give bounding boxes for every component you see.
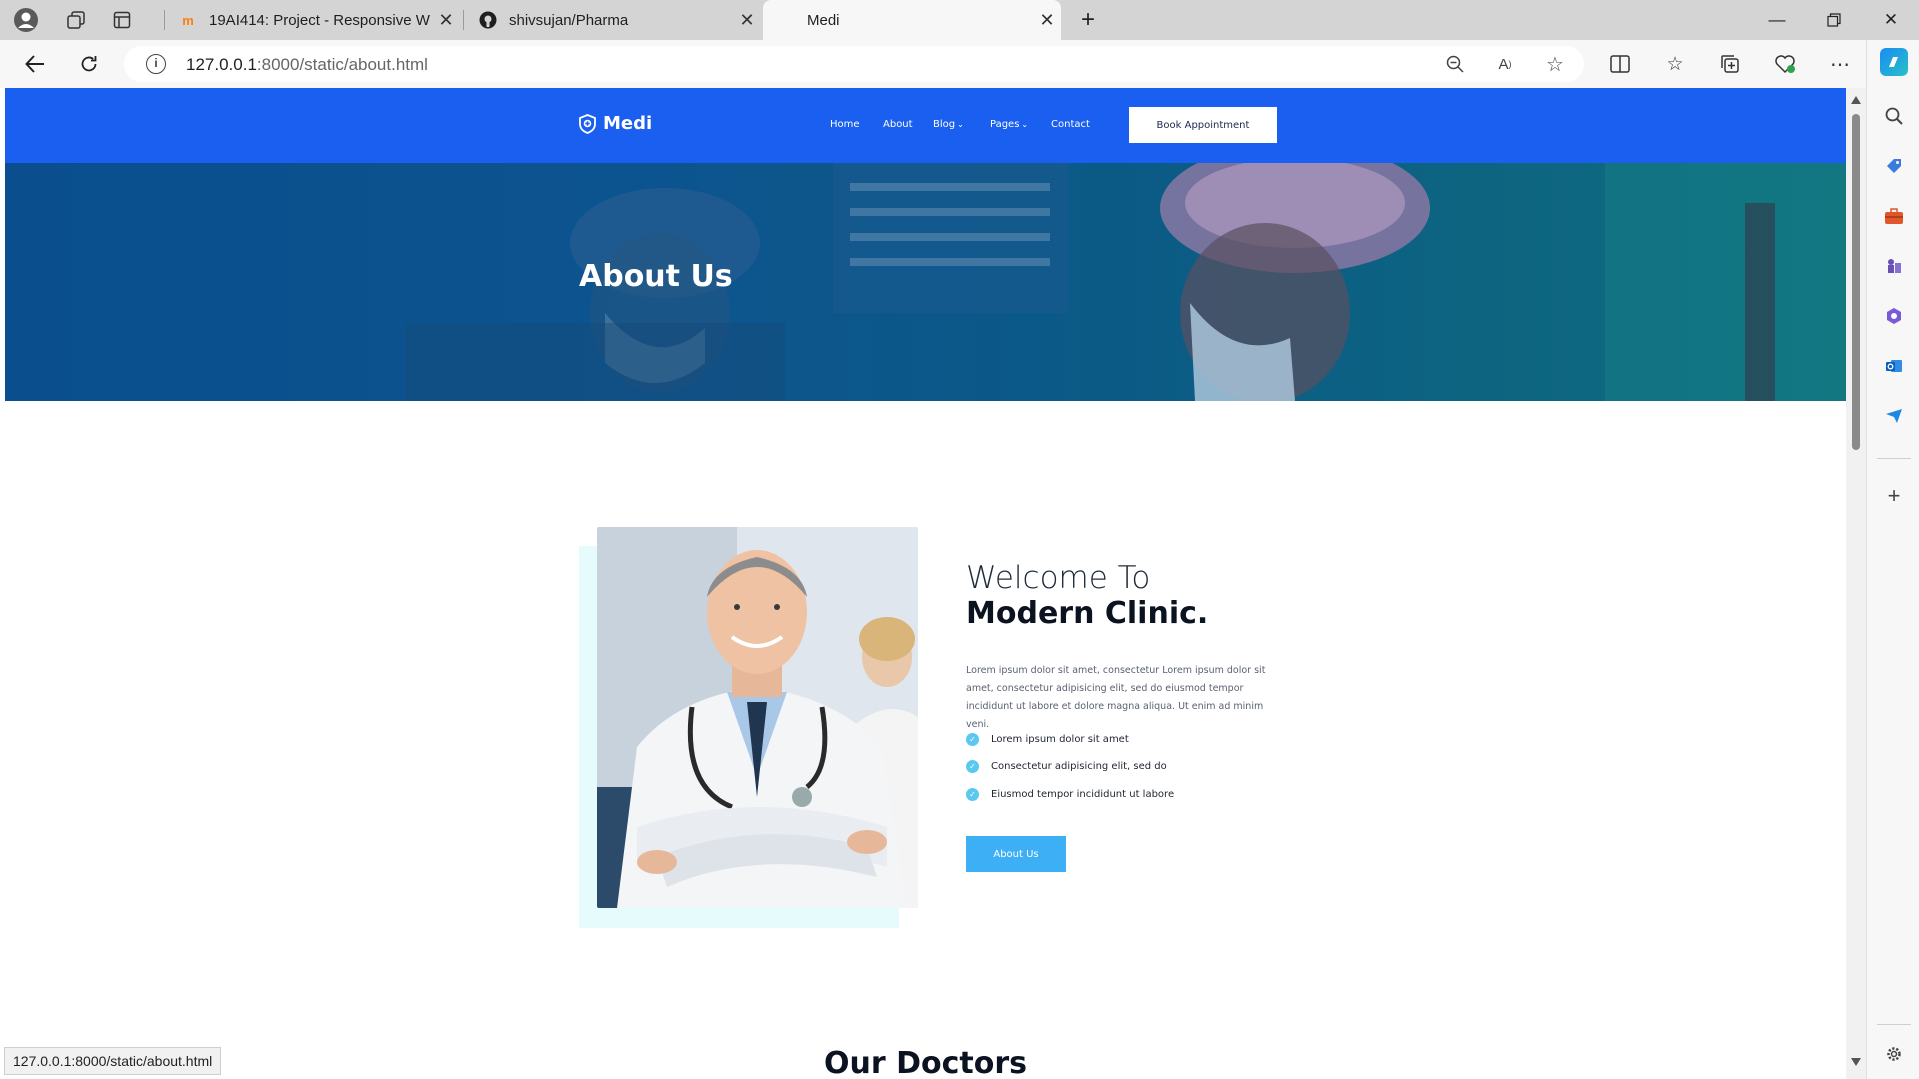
- nav-contact[interactable]: Contact: [1051, 119, 1090, 130]
- url-path: :8000/static/about.html: [256, 55, 428, 74]
- nav-label: About: [883, 119, 913, 130]
- new-tab-icon[interactable]: +: [1072, 4, 1104, 36]
- address-bar[interactable]: i 127.0.0.1:8000/static/about.html A) ☆: [124, 46, 1584, 82]
- tab-title: 19AI414: Project - Responsive W: [209, 11, 430, 29]
- github-icon: [479, 11, 497, 29]
- close-icon[interactable]: ✕: [733, 10, 761, 31]
- check-icon: ✓: [966, 760, 979, 773]
- status-bar-url: 127.0.0.1:8000/static/about.html: [4, 1047, 222, 1075]
- nav-blog[interactable]: Blog ⌄: [933, 119, 964, 130]
- read-aloud-icon[interactable]: A): [1492, 52, 1518, 76]
- about-clinic-heading: Modern Clinic.: [966, 596, 1209, 631]
- tab-github[interactable]: shivsujan/Pharma ✕: [465, 0, 761, 40]
- close-window-icon[interactable]: ✕: [1863, 0, 1919, 40]
- checklist-item: ✓ Consectetur adipisicing elit, sed do: [966, 760, 1167, 773]
- chevron-down-icon: ⌄: [1021, 120, 1029, 129]
- url-host: 127.0.0.1: [186, 55, 257, 74]
- blank-page-icon: [777, 11, 795, 29]
- browser-essentials-icon[interactable]: [1769, 48, 1801, 80]
- page-scrollbar[interactable]: [1846, 88, 1866, 1079]
- close-icon[interactable]: ✕: [432, 10, 460, 31]
- about-paragraph: Lorem ipsum dolor sit amet, consectetur …: [966, 665, 1266, 730]
- split-screen-icon[interactable]: [1604, 48, 1636, 80]
- tools-briefcase-icon[interactable]: [1880, 202, 1908, 230]
- profile-icon[interactable]: [10, 4, 42, 36]
- tab-title: Medi: [807, 11, 840, 29]
- tab-title: shivsujan/Pharma: [509, 11, 629, 29]
- settings-gear-icon[interactable]: [1880, 1040, 1908, 1068]
- nav-label: Contact: [1051, 119, 1090, 130]
- hero-banner: About Us: [5, 163, 1846, 401]
- about-welcome-heading: Welcome To: [966, 560, 1151, 596]
- games-chess-icon[interactable]: [1880, 252, 1908, 280]
- scroll-up-arrow-icon[interactable]: [1851, 96, 1861, 104]
- hero-surgeons-image: [405, 163, 1846, 401]
- nav-label: Home: [830, 119, 860, 130]
- browser-tab-bar: m 19AI414: Project - Responsive W ✕ shiv…: [0, 0, 1919, 40]
- logo-text: Medi: [603, 113, 653, 134]
- site-logo[interactable]: Medi: [579, 113, 652, 134]
- tab-medi[interactable]: Medi ✕: [763, 0, 1061, 40]
- favorite-star-icon[interactable]: ☆: [1542, 52, 1568, 76]
- checklist-text: Lorem ipsum dolor sit amet: [991, 734, 1129, 745]
- shield-logo-icon: [579, 113, 596, 134]
- about-us-button[interactable]: About Us: [966, 836, 1066, 872]
- nav-label: Pages: [990, 119, 1020, 130]
- moodle-icon: m: [182, 12, 194, 28]
- favorites-icon[interactable]: ☆: [1659, 48, 1691, 80]
- book-appointment-button[interactable]: Book Appointment: [1129, 107, 1277, 143]
- nav-home[interactable]: Home: [830, 119, 860, 130]
- nav-pages[interactable]: Pages ⌄: [990, 119, 1028, 130]
- scrollbar-thumb[interactable]: [1852, 114, 1860, 450]
- hero-title: About Us: [579, 259, 733, 294]
- close-icon[interactable]: ✕: [1033, 10, 1061, 31]
- checklist-item: ✓ Eiusmod tempor incididunt ut labore: [966, 788, 1174, 801]
- site-header: Medi Home About Blog ⌄ Pages ⌄ Contact Boo…: [5, 88, 1846, 163]
- check-icon: ✓: [966, 733, 979, 746]
- nav-about[interactable]: About: [883, 119, 913, 130]
- shopping-tag-icon[interactable]: [1880, 152, 1908, 180]
- copilot-icon[interactable]: [1880, 48, 1908, 76]
- browser-toolbar: i 127.0.0.1:8000/static/about.html A) ☆ …: [0, 40, 1919, 88]
- tab-moodle[interactable]: m 19AI414: Project - Responsive W ✕: [165, 0, 460, 40]
- chevron-down-icon: ⌄: [957, 120, 964, 129]
- minimize-icon[interactable]: —: [1749, 0, 1805, 40]
- outlook-icon[interactable]: [1880, 352, 1908, 380]
- edge-sidebar: +: [1866, 40, 1919, 1079]
- checklist-item: ✓ Lorem ipsum dolor sit amet: [966, 733, 1129, 746]
- vertical-tabs-icon[interactable]: [106, 4, 138, 36]
- collections-icon[interactable]: [1714, 48, 1746, 80]
- checklist-text: Consectetur adipisicing elit, sed do: [991, 761, 1167, 772]
- scroll-down-arrow-icon[interactable]: [1851, 1058, 1861, 1066]
- our-doctors-heading: Our Doctors: [824, 1046, 1027, 1079]
- url-text[interactable]: 127.0.0.1:8000/static/about.html: [186, 55, 428, 75]
- back-icon[interactable]: [18, 48, 52, 80]
- doctor-photo: [597, 527, 918, 908]
- workspaces-icon[interactable]: [60, 4, 92, 36]
- search-icon[interactable]: [1880, 102, 1908, 130]
- refresh-icon[interactable]: [72, 48, 106, 80]
- restore-icon[interactable]: [1806, 0, 1862, 40]
- nav-label: Blog: [933, 119, 956, 130]
- send-icon[interactable]: [1880, 402, 1908, 430]
- microsoft-365-icon[interactable]: [1880, 302, 1908, 330]
- page-viewport: Medi Home About Blog ⌄ Pages ⌄ Contact Boo…: [5, 88, 1846, 1079]
- checklist-text: Eiusmod tempor incididunt ut labore: [991, 789, 1175, 800]
- site-info-icon[interactable]: i: [146, 54, 166, 74]
- check-icon: ✓: [966, 788, 979, 801]
- zoom-out-icon[interactable]: [1442, 52, 1468, 76]
- add-icon[interactable]: +: [1880, 482, 1908, 510]
- more-options-icon[interactable]: ⋯: [1824, 48, 1856, 80]
